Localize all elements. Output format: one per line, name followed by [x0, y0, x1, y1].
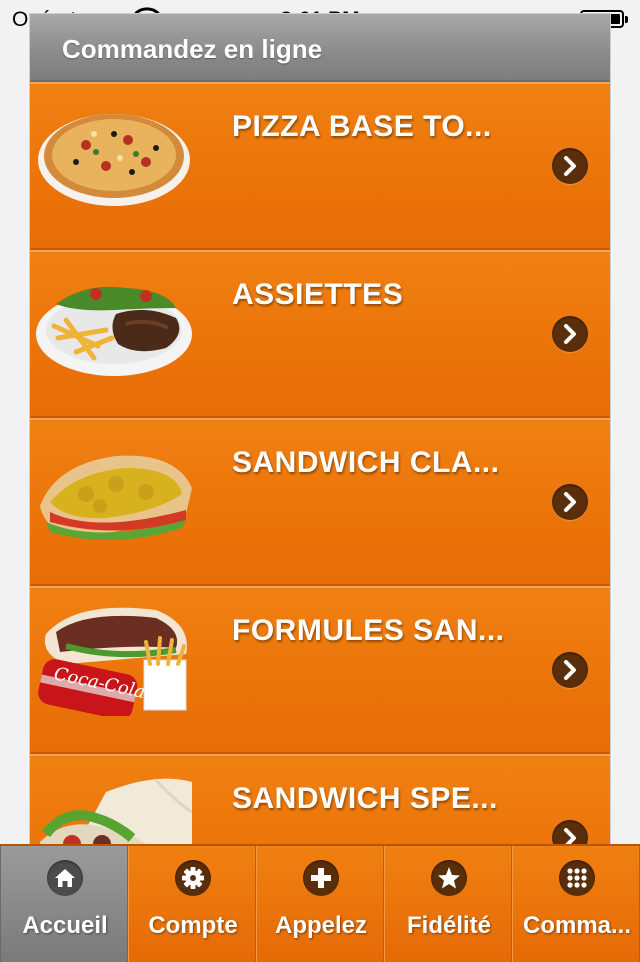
plate-image [36, 286, 192, 376]
menu-item-assiettes[interactable]: ASSIETTES [30, 250, 610, 418]
tab-label: Appelez [274, 912, 367, 939]
panel-header: Commandez en ligne [30, 14, 610, 82]
pizza-image [38, 114, 190, 206]
tab-commander[interactable]: Comma... [512, 846, 640, 962]
page-title: Commandez en ligne [62, 34, 323, 64]
menu-item-label: PIZZA BASE TO... [232, 110, 492, 143]
sandwich-image [40, 455, 192, 541]
menu-item-formules[interactable]: Coca-Cola FORMULES SAN... [30, 586, 610, 754]
chevron-right-icon[interactable] [552, 484, 588, 520]
combo-image: Coca-Cola [38, 607, 187, 716]
menu-list[interactable]: PIZZA BASE TO... ASSIETTES SANDWICH CLA.… [30, 82, 610, 844]
main-panel: Commandez en ligne PIZZA BASE TO... ASSI… [30, 14, 610, 844]
tab-appelez[interactable]: Appelez [256, 846, 384, 962]
tab-label: Fidélité [406, 912, 491, 939]
home-icon [47, 860, 83, 896]
tab-label: Comma... [522, 912, 632, 939]
menu-item-label: SANDWICH SPE... [232, 782, 498, 815]
tab-compte[interactable]: Compte [128, 846, 256, 962]
menu-item-label: ASSIETTES [232, 278, 404, 311]
menu-item-label: FORMULES SAN... [232, 614, 505, 647]
menu-item-pizza[interactable]: PIZZA BASE TO... [30, 82, 610, 250]
star-icon [431, 860, 467, 896]
menu-item-sandwich-classique[interactable]: SANDWICH CLA... [30, 418, 610, 586]
gear-icon [175, 860, 211, 896]
tab-fidelite[interactable]: Fidélité [384, 846, 512, 962]
chevron-right-icon[interactable] [552, 316, 588, 352]
tab-label: Accueil [22, 912, 108, 939]
grid-icon [559, 860, 595, 896]
wrap-image [40, 778, 192, 844]
menu-item-sandwich-special[interactable]: SANDWICH SPE... [30, 754, 610, 844]
chevron-right-icon[interactable] [552, 148, 588, 184]
tab-accueil[interactable]: Accueil [0, 846, 128, 962]
plus-icon [303, 860, 339, 896]
tab-bar: Accueil Compte Appelez Fidélité Comma... [0, 844, 640, 962]
chevron-right-icon[interactable] [552, 820, 588, 844]
chevron-right-icon[interactable] [552, 652, 588, 688]
menu-item-label: SANDWICH CLA... [232, 446, 500, 479]
tab-label: Compte [148, 912, 238, 939]
